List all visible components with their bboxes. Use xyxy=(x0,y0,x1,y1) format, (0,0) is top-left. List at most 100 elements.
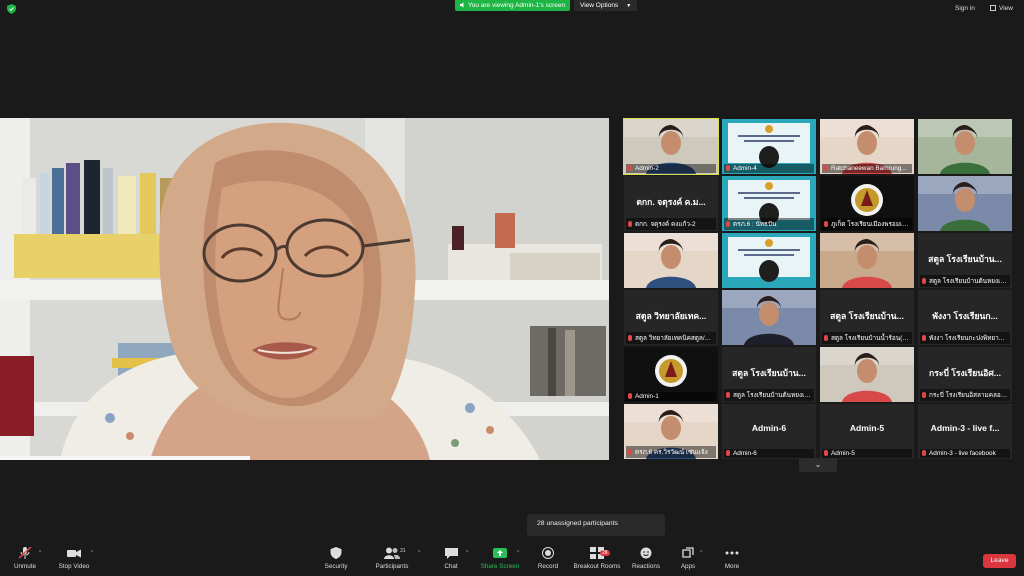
unassigned-participants-banner[interactable]: 28 unassigned participants xyxy=(527,514,665,536)
viewing-screen-banner: You are viewing Admin-1's screen xyxy=(455,0,571,11)
participant-tile[interactable]: Admin-5 Admin-5 xyxy=(820,404,914,459)
participant-name-label: กระบี่ โรงเรียนอิสลามคลองม... xyxy=(920,389,1010,401)
participant-video xyxy=(918,176,1012,231)
shield-icon[interactable] xyxy=(7,4,16,14)
participant-tile[interactable]: ตรภ.6 : นัทธปัน xyxy=(722,176,816,231)
participant-tile[interactable] xyxy=(918,176,1012,231)
unmute-button[interactable]: Unmute xyxy=(10,547,40,570)
participant-display-name: พังงา โรงเรียนก... xyxy=(932,311,998,321)
breakout-rooms-button[interactable]: Breakout Rooms xyxy=(572,547,622,570)
apps-button[interactable]: Apps xyxy=(677,547,699,570)
speaker-icon xyxy=(460,2,464,8)
stop-video-button[interactable]: Stop Video xyxy=(56,547,92,570)
chat-label: Chat xyxy=(444,563,458,570)
more-button[interactable]: More xyxy=(720,547,744,570)
reactions-button[interactable]: Reactions xyxy=(630,547,662,570)
share-screen-button[interactable]: Share Screen xyxy=(480,547,520,570)
participant-name-text: Admin-5 xyxy=(831,450,855,457)
participant-tile[interactable]: สตูล โรงเรียนบ้าน... สตูล โรงเรียนบ้านต้น… xyxy=(918,233,1012,288)
participant-tile[interactable]: กระบี่ โรงเรียนอิศ... กระบี่ โรงเรียนอิสล… xyxy=(918,347,1012,402)
video-camera-icon xyxy=(67,549,81,558)
participant-display-name: ตกก. จตุรงค์ ค.ม... xyxy=(636,197,706,207)
chat-button[interactable]: Chat xyxy=(440,547,462,570)
unmute-label: Unmute xyxy=(13,563,37,570)
participant-name-text: สตูล โรงเรียนบ้านต้นหยงเกาะ xyxy=(733,392,814,399)
participant-tile[interactable]: Admin-2 xyxy=(623,118,719,175)
grid-icon xyxy=(990,5,996,11)
sign-in-link[interactable]: Sign in xyxy=(955,5,975,12)
participant-name-text: Admin-6 xyxy=(733,450,757,457)
participant-display-name: Admin-6 xyxy=(751,423,787,433)
participant-name-text: Admin-4 xyxy=(733,165,757,172)
participant-tile[interactable] xyxy=(722,290,816,345)
breakout-count-badge: 28 xyxy=(600,550,610,556)
participant-tile[interactable]: Ratchaneewan Bamrung... xyxy=(820,119,914,174)
participant-tile[interactable]: Admin-1 xyxy=(624,347,718,402)
participant-video xyxy=(918,119,1012,174)
participant-tile[interactable]: สตูล โรงเรียนบ้าน... สตูล โรงเรียนบ้านต้น… xyxy=(722,347,816,402)
participant-name-text: สตูล โรงเรียนบ้านต้นหยงเกาะ xyxy=(929,278,1010,285)
participant-tile[interactable]: Admin-3 - live f... Admin-3 - live facebo… xyxy=(918,404,1012,459)
participant-gallery: Admin-2 Admin-4 Ratchaneewan Bamrung... ตกก… xyxy=(623,118,1016,459)
record-button[interactable]: Record xyxy=(535,547,561,570)
participant-display-name: สตูล วิทยาลัยเทค... xyxy=(635,311,707,321)
leave-button[interactable]: Leave xyxy=(983,554,1016,568)
participant-tile[interactable]: สตูล วิทยาลัยเทค... สตูล วิทยาลัยเทคนิคสต… xyxy=(624,290,718,345)
muted-mic-icon xyxy=(726,392,730,398)
share-screen-icon xyxy=(493,548,507,558)
view-options-label: View Options xyxy=(580,2,619,9)
view-options-button[interactable]: View Options ▼ xyxy=(574,0,638,11)
shared-screen-video xyxy=(0,118,609,460)
participant-name-label: สตูล วิทยาลัยเทคนิคสตูล/ประ... xyxy=(626,332,716,344)
participant-tile[interactable] xyxy=(624,233,718,288)
chat-options-caret[interactable]: ^ xyxy=(466,550,468,556)
participant-name-text: Ratchaneewan Bamrung... xyxy=(831,165,907,172)
participant-display-name: Admin-3 - live f... xyxy=(930,423,1000,433)
record-icon xyxy=(542,547,554,559)
video-options-caret[interactable]: ^ xyxy=(91,550,93,556)
meeting-toolbar: Unmute ^ Stop Video ^ Security Participa… xyxy=(0,540,1024,576)
muted-mic-icon xyxy=(824,335,828,341)
participant-tile[interactable] xyxy=(918,119,1012,174)
audio-options-caret[interactable]: ^ xyxy=(39,550,41,556)
chevron-down-icon: ▼ xyxy=(626,3,632,9)
participant-tile[interactable]: ตรภ.6 คร.วิรวัฒน์ เซ่นแจ้ง xyxy=(624,404,718,459)
view-button[interactable]: View xyxy=(990,5,1013,12)
muted-mic-icon xyxy=(824,450,828,456)
more-label: More xyxy=(724,563,740,570)
participant-name-label: สตูล โรงเรียนบ้านต้นหยงเกาะ xyxy=(920,275,1010,287)
participant-name-label: Admin-3 - live facebook xyxy=(920,449,1010,458)
security-button[interactable]: Security xyxy=(322,547,350,570)
participant-video xyxy=(722,233,816,288)
participant-name-text: กระบี่ โรงเรียนอิสลามคลองม... xyxy=(929,392,1010,399)
gallery-next-page-button[interactable]: ⌄ xyxy=(799,458,837,472)
participant-name-text: Admin-2 xyxy=(635,165,659,172)
participant-name-text: Admin-1 xyxy=(635,393,659,400)
participant-display-name: Admin-5 xyxy=(849,423,885,433)
participant-tile[interactable] xyxy=(820,347,914,402)
participant-tile[interactable]: ตกก. จตุรงค์ ค.ม... ตกก. จตุรงค์ คงแก้ว-2 xyxy=(624,176,718,231)
participant-name-label: ภูเก็ต โรงเรียนเมืองพรอมเฉียง xyxy=(822,218,912,230)
participant-tile[interactable]: ภูเก็ต โรงเรียนเมืองพรอมเฉียง xyxy=(820,176,914,231)
apps-options-caret[interactable]: ^ xyxy=(700,550,702,556)
share-options-caret[interactable]: ^ xyxy=(517,550,519,556)
participant-name-label: Admin-6 xyxy=(724,449,814,458)
participants-options-caret[interactable]: ^ xyxy=(418,550,420,556)
participant-name-label: Ratchaneewan Bamrung... xyxy=(822,164,912,173)
participant-tile[interactable] xyxy=(820,233,914,288)
participant-name-label: สตูล โรงเรียนบ้านต้นหยงเกาะ xyxy=(724,389,814,401)
participant-display-name: สตูล โรงเรียนบ้าน... xyxy=(928,254,1002,264)
reactions-label: Reactions xyxy=(631,563,660,570)
stop-video-label: Stop Video xyxy=(58,563,90,570)
participant-tile[interactable]: Admin-4 xyxy=(722,119,816,174)
participant-tile[interactable] xyxy=(722,233,816,288)
participant-video xyxy=(820,347,914,402)
participant-tile[interactable]: พังงา โรงเรียนก... พังงา โรงเรียนกะปงพิทย… xyxy=(918,290,1012,345)
participant-tile[interactable]: Admin-6 Admin-6 xyxy=(722,404,816,459)
chat-icon xyxy=(444,548,458,559)
participant-tile[interactable]: สตูล โรงเรียนบ้าน... สตูล โรงเรียนบ้านน้ำ… xyxy=(820,290,914,345)
participant-name-text: ตรภ.6 : นัทธปัน xyxy=(733,221,777,228)
participants-count: 31 xyxy=(400,548,406,554)
shield-icon xyxy=(330,547,342,559)
muted-mic-icon xyxy=(628,335,632,341)
